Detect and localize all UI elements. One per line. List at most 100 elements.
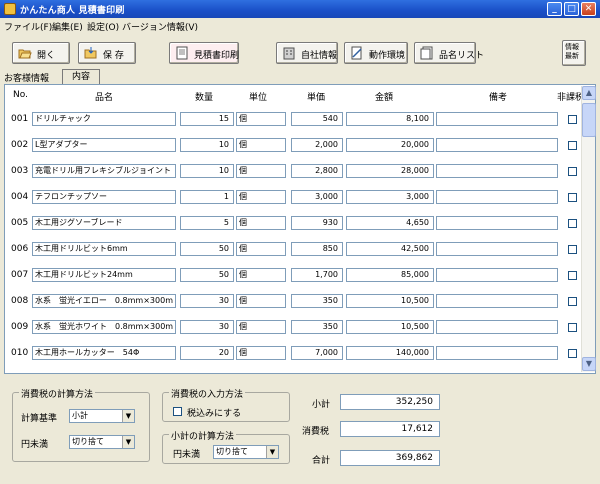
tax-exempt-checkbox[interactable] [568, 271, 577, 280]
item-name-input[interactable]: テフロンチップソー [32, 190, 176, 204]
note-input[interactable] [436, 112, 558, 126]
document-settings-icon [351, 46, 362, 60]
amount-field: 42,500 [346, 242, 434, 256]
tax-exempt-checkbox[interactable] [568, 245, 577, 254]
row-number: 006 [11, 244, 29, 254]
item-name-input[interactable]: 充電ドリル用フレキシブルジョイント [32, 164, 176, 178]
quantity-input[interactable]: 50 [180, 268, 234, 282]
company-info-button[interactable]: 自社情報 [276, 42, 338, 64]
quantity-input[interactable]: 30 [180, 294, 234, 308]
title-bar: かんたん商人 見積書印刷 _ □ ✕ [0, 0, 600, 18]
quantity-input[interactable]: 1 [180, 190, 234, 204]
unit-input[interactable]: 個 [236, 216, 286, 230]
unit-input[interactable]: 個 [236, 112, 286, 126]
menu-settings[interactable]: 設定(O) [87, 20, 119, 33]
amount-field: 10,500 [346, 320, 434, 334]
item-name-input[interactable]: 木工用ドリルビット6mm [32, 242, 176, 256]
vertical-scrollbar[interactable]: ▲ ▼ [581, 86, 596, 372]
unit-input[interactable]: 個 [236, 346, 286, 360]
menu-bar: ファイル(F) 編集(E) 設定(O) バージョン情報(V) [0, 18, 600, 33]
note-input[interactable] [436, 190, 558, 204]
quantity-input[interactable]: 10 [180, 138, 234, 152]
tax-rounding-select[interactable]: 切り捨て ▼ [69, 435, 135, 449]
unit-input[interactable]: 個 [236, 138, 286, 152]
tab-content[interactable]: 内容 [62, 69, 100, 84]
item-name-input[interactable]: ドリルチャック [32, 112, 176, 126]
print-estimate-button[interactable]: 見積書印刷 [169, 42, 239, 64]
note-input[interactable] [436, 138, 558, 152]
environment-button[interactable]: 動作環境 [344, 42, 408, 64]
tax-exempt-checkbox[interactable] [568, 219, 577, 228]
window-title: かんたん商人 見積書印刷 [20, 6, 125, 16]
unit-price-input[interactable]: 540 [291, 112, 343, 126]
unit-price-input[interactable]: 2,800 [291, 164, 343, 178]
unit-price-input[interactable]: 1,700 [291, 268, 343, 282]
tax-basis-select[interactable]: 小計 ▼ [69, 409, 135, 423]
open-button[interactable]: 開く [12, 42, 70, 64]
note-input[interactable] [436, 164, 558, 178]
unit-input[interactable]: 個 [236, 320, 286, 334]
subtotal-rounding-select[interactable]: 切り捨て ▼ [213, 445, 279, 459]
tax-exempt-checkbox[interactable] [568, 141, 577, 150]
unit-price-input[interactable]: 850 [291, 242, 343, 256]
unit-price-input[interactable]: 2,000 [291, 138, 343, 152]
item-name-input[interactable]: L型アダプター [32, 138, 176, 152]
menu-edit[interactable]: 編集(E) [52, 20, 83, 33]
note-input[interactable] [436, 216, 558, 230]
unit-input[interactable]: 個 [236, 242, 286, 256]
quantity-input[interactable]: 50 [180, 242, 234, 256]
item-name-input[interactable]: 水系 蛍光イエロー 0.8mm×300m [32, 294, 176, 308]
scroll-thumb[interactable] [582, 103, 596, 137]
unit-price-input[interactable]: 350 [291, 294, 343, 308]
quantity-input[interactable]: 20 [180, 346, 234, 360]
unit-price-input[interactable]: 7,000 [291, 346, 343, 360]
save-button[interactable]: 保 存 [78, 42, 136, 64]
folder-save-icon [84, 47, 97, 59]
tax-exempt-checkbox[interactable] [568, 167, 577, 176]
note-input[interactable] [436, 242, 558, 256]
item-name-input[interactable]: 木工用ドリルビット24mm [32, 268, 176, 282]
quantity-input[interactable]: 5 [180, 216, 234, 230]
maximize-button[interactable]: □ [564, 2, 579, 16]
tax-exempt-checkbox[interactable] [568, 297, 577, 306]
tax-exempt-checkbox[interactable] [568, 115, 577, 124]
unit-input[interactable]: 個 [236, 268, 286, 282]
amount-field: 140,000 [346, 346, 434, 360]
scroll-down-icon[interactable]: ▼ [582, 357, 596, 371]
list-document-icon [420, 46, 433, 60]
menu-file[interactable]: ファイル(F) [4, 20, 52, 33]
item-name-input[interactable]: 木工用ジグソーブレード [32, 216, 176, 230]
note-input[interactable] [436, 294, 558, 308]
item-list-button[interactable]: 品名リスト [414, 42, 484, 64]
unit-price-input[interactable]: 3,000 [291, 190, 343, 204]
col-amount: 金額 [375, 93, 394, 103]
tax-included-checkbox[interactable] [173, 407, 182, 416]
unit-input[interactable]: 個 [236, 164, 286, 178]
row-number: 001 [11, 114, 29, 124]
unit-price-input[interactable]: 930 [291, 216, 343, 230]
close-button[interactable]: ✕ [581, 2, 596, 16]
unit-price-input[interactable]: 350 [291, 320, 343, 334]
tax-exempt-checkbox[interactable] [568, 349, 577, 358]
unit-input[interactable]: 個 [236, 190, 286, 204]
col-taxexempt: 非課税 [557, 93, 585, 103]
row-number: 003 [11, 166, 29, 176]
tab-customer-info[interactable]: お客様情報 [4, 71, 49, 84]
quantity-input[interactable]: 10 [180, 164, 234, 178]
tax-exempt-checkbox[interactable] [568, 193, 577, 202]
col-unit: 単位 [249, 93, 268, 103]
quantity-input[interactable]: 30 [180, 320, 234, 334]
scroll-up-icon[interactable]: ▲ [582, 86, 596, 100]
quantity-input[interactable]: 15 [180, 112, 234, 126]
menu-version[interactable]: バージョン情報(V) [122, 20, 198, 33]
note-input[interactable] [436, 268, 558, 282]
unit-input[interactable]: 個 [236, 294, 286, 308]
note-input[interactable] [436, 346, 558, 360]
tax-exempt-checkbox[interactable] [568, 323, 577, 332]
item-name-input[interactable]: 水系 蛍光ホワイト 0.8mm×300m [32, 320, 176, 334]
item-name-input[interactable]: 木工用ホールカッター 54Φ [32, 346, 176, 360]
minimize-button[interactable]: _ [547, 2, 562, 16]
chevron-down-icon: ▼ [122, 410, 134, 422]
latest-info-button[interactable]: 情報 最新 [562, 40, 586, 66]
note-input[interactable] [436, 320, 558, 334]
